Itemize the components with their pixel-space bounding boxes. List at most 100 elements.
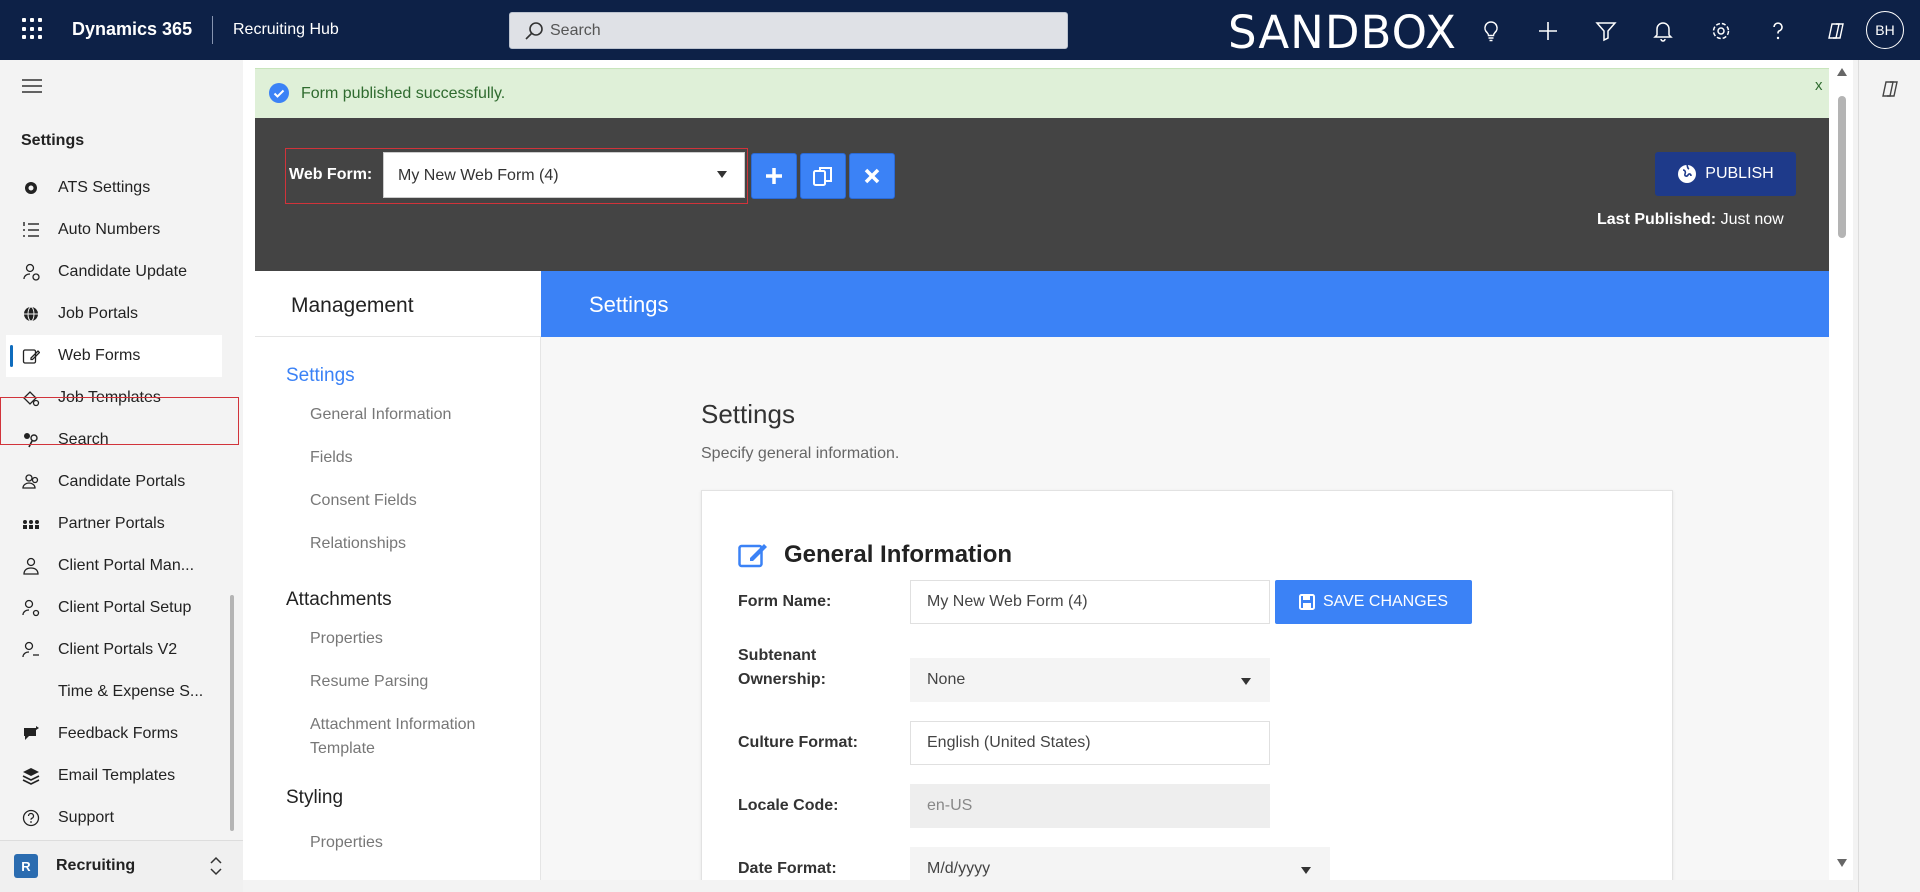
app-launcher-icon[interactable] xyxy=(22,18,44,40)
sidebar-item-client-portal-setup[interactable]: Client Portal Setup xyxy=(0,587,243,629)
sidebar-item-candidate-portals[interactable]: Candidate Portals xyxy=(0,461,243,503)
web-forms-highlight xyxy=(0,397,239,445)
brand-divider xyxy=(212,16,213,44)
lightbulb-icon[interactable] xyxy=(1462,14,1520,48)
save-changes-label: SAVE CHANGES xyxy=(1322,593,1449,610)
close-icon xyxy=(864,168,880,184)
nav-section-settings[interactable]: Settings xyxy=(286,365,355,387)
publish-button[interactable]: PUBLISH xyxy=(1655,152,1796,196)
management-header: Management xyxy=(255,271,541,337)
sidebar-item-candidate-update[interactable]: Candidate Update xyxy=(0,251,243,293)
alert-close-button[interactable]: x xyxy=(1815,77,1823,94)
nav-item-resume-parsing[interactable]: Resume Parsing xyxy=(310,670,428,694)
layers-icon xyxy=(20,765,42,787)
globe-icon xyxy=(20,303,42,325)
brand-name[interactable]: Dynamics 365 xyxy=(72,19,192,40)
scroll-down-icon[interactable] xyxy=(1837,859,1847,867)
sidebar-item-auto-numbers[interactable]: Auto Numbers xyxy=(0,209,243,251)
publish-label: PUBLISH xyxy=(1705,165,1774,182)
culture-format-input[interactable]: English (United States) xyxy=(910,721,1270,765)
date-format-select[interactable]: M/d/yyyy xyxy=(910,847,1330,880)
subtenant-ownership-label: Subtenant Ownership: xyxy=(738,647,827,688)
nav-item-fields[interactable]: Fields xyxy=(310,446,353,470)
sidebar-section-title: Settings xyxy=(21,132,85,149)
web-form-select-value: My New Web Form (4) xyxy=(398,167,559,184)
copilot-icon[interactable] xyxy=(1879,78,1901,100)
panel-title: Settings xyxy=(701,399,795,429)
edit-icon xyxy=(738,544,767,568)
area-label: Recruiting xyxy=(56,857,136,874)
person-settings-icon xyxy=(20,597,42,619)
sidebar-item-email-templates[interactable]: Email Templates xyxy=(0,755,243,797)
hamburger-menu-icon[interactable] xyxy=(22,78,42,94)
sidebar-item-client-portal-management[interactable]: Client Portal Man... xyxy=(0,545,243,587)
group-icon xyxy=(20,513,42,535)
bell-icon[interactable] xyxy=(1635,14,1693,48)
sidebar-item-job-portals[interactable]: Job Portals xyxy=(0,293,243,335)
nav-section-attachments[interactable]: Attachments xyxy=(286,589,392,611)
area-badge: R xyxy=(14,854,38,878)
search-input[interactable] xyxy=(550,20,1050,42)
copy-form-button[interactable] xyxy=(800,153,846,199)
management-nav: Settings General Information Fields Cons… xyxy=(255,337,541,880)
gear-icon xyxy=(20,177,42,199)
settings-header-title: Settings xyxy=(589,292,669,317)
web-form-select[interactable]: My New Web Form (4) xyxy=(383,152,745,198)
nav-section-styling[interactable]: Styling xyxy=(286,787,343,809)
caret-down-icon xyxy=(1241,678,1251,685)
sidebar-item-label: Feedback Forms xyxy=(58,725,179,742)
sidebar-item-label: Candidate Update xyxy=(58,263,187,280)
filter-icon[interactable] xyxy=(1577,14,1635,48)
person-sync-icon xyxy=(20,261,42,283)
floppy-disk-icon xyxy=(1298,594,1315,610)
main-content: Form published successfully. x Web Form:… xyxy=(243,60,1853,880)
app-name[interactable]: Recruiting Hub xyxy=(233,21,339,39)
locale-code-input: en-US xyxy=(910,784,1270,828)
area-switcher[interactable]: R Recruiting xyxy=(0,840,243,892)
nav-item-general-information[interactable]: General Information xyxy=(310,403,451,427)
copy-icon xyxy=(813,167,832,186)
scrollbar-thumb[interactable] xyxy=(1838,96,1846,238)
subtenant-ownership-select[interactable]: None xyxy=(910,658,1270,702)
global-search[interactable] xyxy=(509,12,1068,49)
gear-icon[interactable] xyxy=(1692,14,1750,48)
form-name-input[interactable]: My New Web Form (4) xyxy=(910,580,1270,624)
general-information-card: General Information Form Name: My New We… xyxy=(701,490,1673,880)
person-building-icon xyxy=(20,555,42,577)
copilot-icon[interactable] xyxy=(1807,14,1865,48)
add-form-button[interactable] xyxy=(751,153,797,199)
date-format-value: M/d/yyyy xyxy=(927,860,991,877)
content-scrollbar[interactable] xyxy=(1835,68,1849,868)
help-icon[interactable] xyxy=(1750,14,1808,48)
save-changes-button[interactable]: SAVE CHANGES xyxy=(1275,580,1472,624)
sidebar-item-partner-portals[interactable]: Partner Portals xyxy=(0,503,243,545)
plus-icon[interactable] xyxy=(1520,14,1578,48)
sidebar-item-ats-settings[interactable]: ATS Settings xyxy=(0,167,243,209)
avatar[interactable]: BH xyxy=(1866,11,1904,49)
delete-form-button[interactable] xyxy=(849,153,895,199)
form-name-label: Form Name: xyxy=(738,593,832,610)
right-rail xyxy=(1858,60,1920,892)
nav-item-consent-fields[interactable]: Consent Fields xyxy=(310,489,417,513)
panel-subtitle: Specify general information. xyxy=(701,445,900,462)
card-title: General Information xyxy=(738,541,1012,569)
sidebar-scrollbar[interactable] xyxy=(230,595,234,831)
sidebar-item-label: Candidate Portals xyxy=(58,473,186,490)
feedback-icon xyxy=(20,723,42,745)
sidebar-list: ATS Settings Auto Numbers Candidate Upda… xyxy=(0,167,243,839)
sidebar-item-label: Client Portal Setup xyxy=(58,599,192,616)
sidebar-item-feedback-forms[interactable]: Feedback Forms xyxy=(0,713,243,755)
sidebar-item-support[interactable]: Support xyxy=(0,797,243,839)
scroll-up-icon[interactable] xyxy=(1837,68,1847,76)
sidebar-item-client-portals-v2[interactable]: Client Portals V2 xyxy=(0,629,243,671)
sidebar-item-web-forms[interactable]: Web Forms xyxy=(6,335,222,377)
nav-item-relationships[interactable]: Relationships xyxy=(310,532,406,556)
sidebar-item-time-expense[interactable]: Time & Expense S... xyxy=(0,671,243,713)
web-form-label: Web Form: xyxy=(289,166,373,183)
nav-item-attachment-properties[interactable]: Properties xyxy=(310,627,383,651)
caret-down-icon xyxy=(1301,867,1311,874)
culture-format-label: Culture Format: xyxy=(738,734,858,751)
nav-item-attachment-information-template[interactable]: Attachment Information Template xyxy=(310,713,520,761)
card-title-text: General Information xyxy=(784,541,1013,568)
nav-item-styling-properties[interactable]: Properties xyxy=(310,831,383,855)
